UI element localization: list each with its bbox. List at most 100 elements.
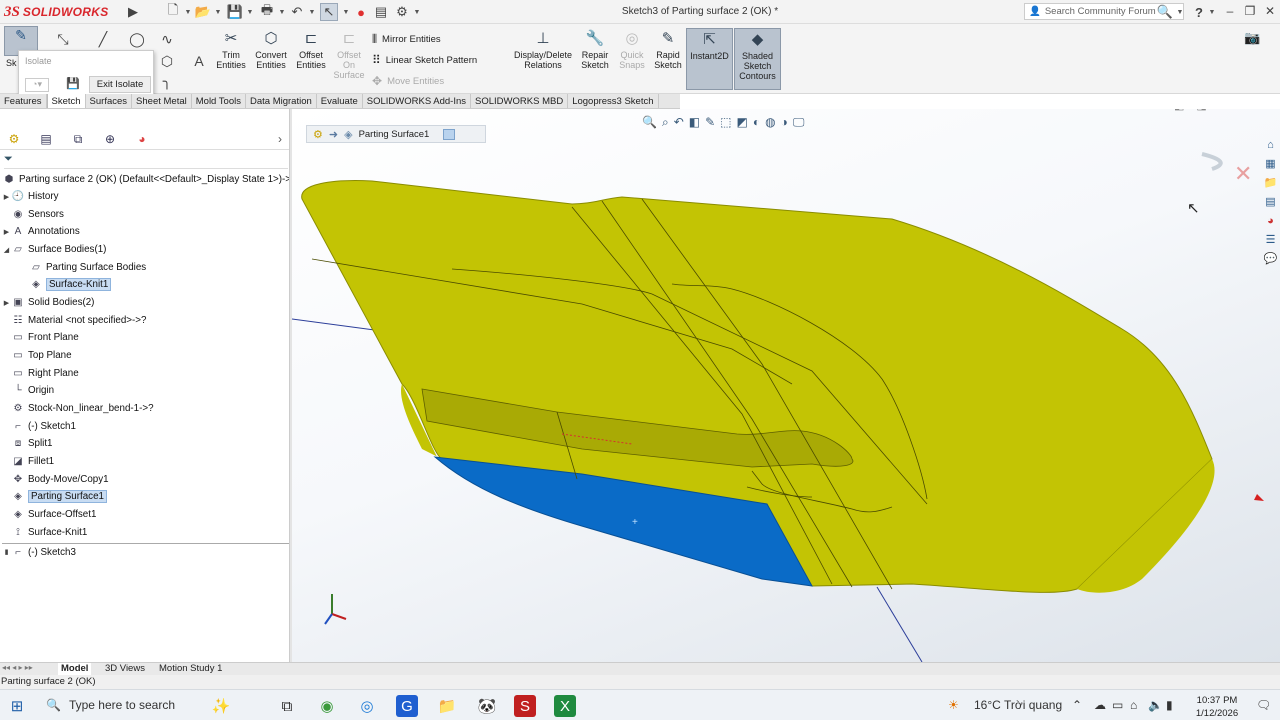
- tab-motion-study[interactable]: Motion Study 1: [156, 663, 225, 675]
- quick-snaps-button[interactable]: ◎ Quick Snaps: [616, 28, 648, 70]
- dynamic-annotation-icon[interactable]: ✎: [705, 115, 715, 131]
- app-panda-icon[interactable]: 🐼: [476, 695, 498, 717]
- zoom-to-fit-icon[interactable]: 🔍: [642, 115, 657, 131]
- view-palette-icon[interactable]: ▤: [1263, 194, 1278, 209]
- dimxpert-icon[interactable]: ⊕: [100, 130, 120, 148]
- edit-appearance-icon[interactable]: ◍: [765, 115, 775, 131]
- notifications-icon[interactable]: 🗨: [1256, 698, 1271, 712]
- tab-surfaces[interactable]: Surfaces: [86, 94, 133, 108]
- tab-mbd[interactable]: SOLIDWORKS MBD: [471, 94, 569, 108]
- part-icon[interactable]: ⚙: [313, 128, 323, 141]
- tree-item-history[interactable]: ▶ 🕘 History: [2, 188, 59, 205]
- display-delete-relations-button[interactable]: ⊥ Display/Delete Relations: [512, 28, 574, 70]
- tab-mold-tools[interactable]: Mold Tools: [192, 94, 246, 108]
- edge-browser-icon[interactable]: ◎: [356, 695, 378, 717]
- file-properties-icon[interactable]: ▤: [372, 3, 390, 21]
- tree-item-fillet1[interactable]: ◪ Fillet1: [2, 453, 54, 470]
- tab-features[interactable]: Features: [0, 94, 47, 108]
- solidworks-logo[interactable]: 3S SOLIDWORKS: [4, 2, 122, 22]
- property-manager-icon[interactable]: ▤: [36, 130, 56, 148]
- tree-item-annotations[interactable]: ▶ A Annotations: [2, 223, 80, 240]
- tree-item-sketch1[interactable]: ⌐ (-) Sketch1: [2, 418, 76, 435]
- confirmation-corner[interactable]: ✕: [1201, 152, 1252, 187]
- section-view-icon[interactable]: ◧: [689, 115, 700, 131]
- save-icon[interactable]: 💾: [226, 3, 244, 21]
- text-icon[interactable]: A: [190, 52, 208, 70]
- camera-icon[interactable]: 📷: [1244, 30, 1260, 46]
- display-style-dropdown[interactable]: ◔▾: [25, 78, 49, 92]
- trim-entities-button[interactable]: ✂ Trim Entities: [214, 28, 248, 70]
- display-manager-icon[interactable]: ◕: [132, 130, 152, 148]
- polygon-icon[interactable]: ⬡: [158, 52, 176, 70]
- minimize-viewport-icon[interactable]: –: [1219, 109, 1225, 112]
- tree-item-right-plane[interactable]: ▭ Right Plane: [2, 365, 78, 382]
- home-icon[interactable]: ⌂: [1263, 137, 1278, 152]
- view-orientation-icon[interactable]: ⬚: [720, 115, 731, 131]
- exit-isolate-button[interactable]: Exit Isolate: [89, 76, 151, 93]
- tab-3d-views[interactable]: 3D Views: [102, 663, 148, 675]
- expand-arrow-icon[interactable]: ▶: [2, 299, 11, 307]
- menu-expand-icon[interactable]: ▶: [124, 3, 142, 21]
- solidworks-taskbar-icon[interactable]: S: [514, 695, 536, 717]
- cloud-icon[interactable]: ☁: [1094, 698, 1106, 712]
- expand-arrow-icon[interactable]: ▶: [2, 193, 11, 201]
- forum-icon[interactable]: 💬: [1263, 251, 1278, 266]
- sketch-box-icon[interactable]: [443, 128, 456, 140]
- offset-on-surface-button[interactable]: ⊏ Offset On Surface: [332, 28, 366, 80]
- chevron-right-icon[interactable]: ›: [270, 130, 290, 148]
- tree-filter[interactable]: ⏷: [4, 153, 288, 169]
- tree-item-stock[interactable]: ⚙ Stock-Non_linear_bend-1->?: [2, 400, 154, 417]
- chevron-down-icon[interactable]: ▼: [308, 3, 316, 21]
- display-style-icon[interactable]: ◩: [737, 115, 748, 131]
- tree-item-sketch3[interactable]: ▮ ⌐ (-) Sketch3: [2, 543, 290, 560]
- taskbar-search[interactable]: 🔍 Type here to search: [36, 693, 234, 717]
- restore-icon[interactable]: ❐: [1242, 3, 1258, 19]
- spline-icon[interactable]: ∿: [158, 30, 176, 48]
- undo-icon[interactable]: ↶: [288, 3, 306, 21]
- save-selection-icon[interactable]: 💾: [65, 77, 81, 93]
- custom-properties-icon[interactable]: ☰: [1263, 232, 1278, 247]
- design-library-icon[interactable]: ▦: [1263, 156, 1278, 171]
- tab-scroll-arrows[interactable]: ◂◂ ◂ ▸ ▸▸: [2, 663, 33, 672]
- offset-entities-button[interactable]: ⊏ Offset Entities: [294, 28, 328, 70]
- collapse-arrow-icon[interactable]: ◢: [2, 246, 11, 254]
- tree-item-origin[interactable]: └ Origin: [2, 382, 54, 399]
- traffic-light-icon[interactable]: ●: [352, 3, 370, 21]
- volume-icon[interactable]: 🔈: [1148, 698, 1163, 712]
- fillet-sketch-icon[interactable]: ╮: [158, 72, 176, 90]
- restore-viewport-icon[interactable]: ❐: [1237, 109, 1247, 112]
- tree-root[interactable]: ⬢ Parting surface 2 (OK) (Default<<Defau…: [2, 171, 297, 188]
- file-explorer-icon[interactable]: 📁: [436, 695, 458, 717]
- smart-dimension-icon[interactable]: ⤡: [54, 30, 72, 48]
- excel-icon[interactable]: X: [554, 695, 576, 717]
- view-settings-icon[interactable]: 🖵: [793, 115, 805, 131]
- chevron-down-icon[interactable]: ▼: [184, 3, 192, 21]
- display-icon[interactable]: ▭: [1112, 698, 1123, 712]
- print-icon[interactable]: 🖶: [258, 2, 276, 21]
- tab-sheet-metal[interactable]: Sheet Metal: [132, 94, 192, 108]
- copilot-sparkle-icon[interactable]: ✨: [210, 695, 232, 717]
- app-green-icon[interactable]: ◉: [316, 695, 338, 717]
- tree-item-split1[interactable]: ⧈ Split1: [2, 435, 53, 452]
- app-g-icon[interactable]: G: [396, 695, 418, 717]
- chevron-down-icon[interactable]: ▼: [214, 3, 222, 21]
- chevron-down-icon[interactable]: ▼: [278, 3, 286, 21]
- graphics-area[interactable]: + ✕ ↖ ⚙ ➜ ◈ Parting Surface1 🔍 ⌕ ↶ ◧ ✎ ⬚…: [292, 109, 1280, 662]
- tree-item-surface-bodies[interactable]: ◢ ▱ Surface Bodies(1): [2, 241, 107, 258]
- tab-evaluate[interactable]: Evaluate: [317, 94, 363, 108]
- chevron-down-icon[interactable]: ▼: [413, 3, 421, 21]
- windows-start-icon[interactable]: ⊞: [6, 695, 28, 717]
- weather-icon[interactable]: ☀: [948, 698, 959, 712]
- expand-arrow-icon[interactable]: ▶: [2, 228, 11, 236]
- shaded-sketch-contours-button[interactable]: ◆ Shaded Sketch Contours: [734, 28, 781, 90]
- tab-addins[interactable]: SOLIDWORKS Add-Ins: [363, 94, 472, 108]
- tree-item-surface-offset1[interactable]: ◈ Surface-Offset1: [2, 506, 96, 523]
- parting-surface-icon[interactable]: ◈: [344, 128, 352, 141]
- tab-logopress[interactable]: Logopress3 Sketch: [568, 94, 659, 108]
- linear-pattern-button[interactable]: ⠿ Linear Sketch Pattern: [372, 53, 477, 67]
- chevron-down-icon[interactable]: ▼: [1208, 3, 1216, 21]
- tab-sketch[interactable]: Sketch: [46, 94, 86, 108]
- chevron-down-icon[interactable]: ▼: [342, 3, 350, 21]
- tree-item-body-move[interactable]: ✥ Body-Move/Copy1: [2, 471, 109, 488]
- tree-item-parting-surface1[interactable]: ◈ Parting Surface1: [2, 488, 107, 505]
